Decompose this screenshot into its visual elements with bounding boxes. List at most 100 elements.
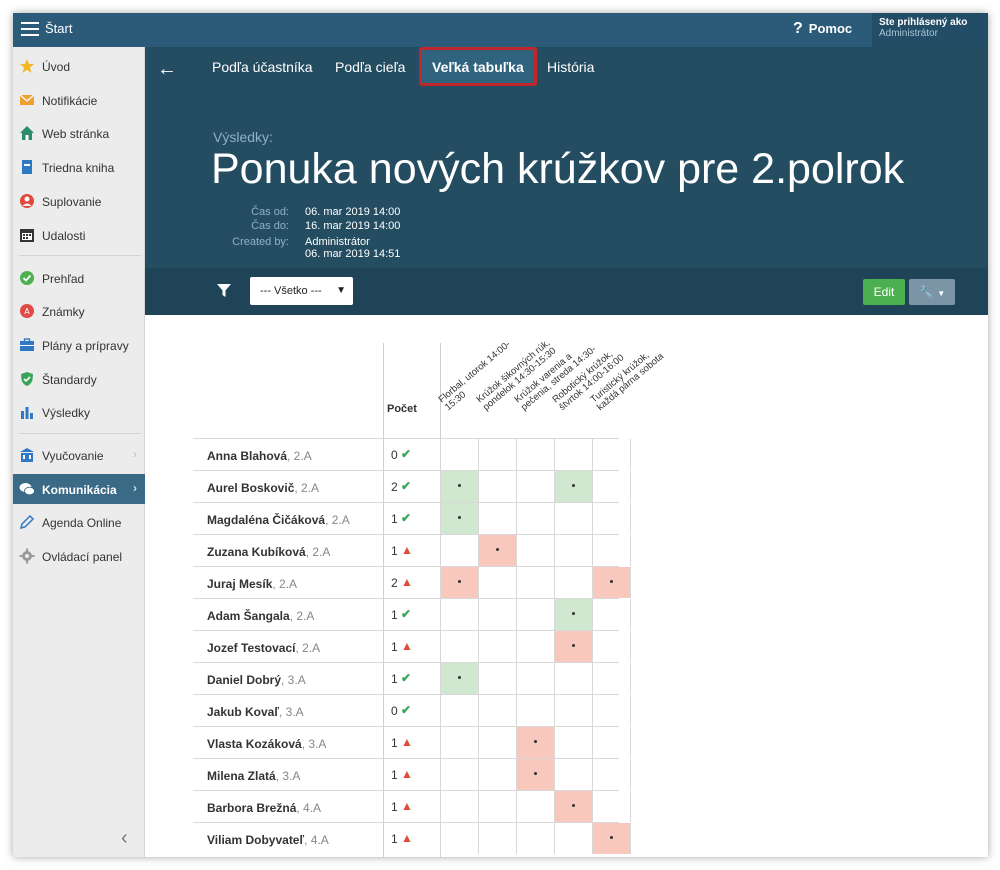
table-cell[interactable] <box>440 759 478 790</box>
table-cell[interactable] <box>516 631 554 662</box>
sidebar-item-web-stranka[interactable]: Web stránka <box>13 118 145 148</box>
participant-name[interactable]: Anna Blahová, 2.A <box>207 449 312 463</box>
table-cell[interactable] <box>516 535 554 566</box>
participant-name[interactable]: Viliam Dobyvateľ, 4.A <box>207 833 329 847</box>
tools-dropdown-button[interactable]: 🔧 ▼ <box>909 279 955 305</box>
participant-name[interactable]: Jakub Kovaľ, 3.A <box>207 705 304 719</box>
sidebar-item-uvod[interactable]: Úvod <box>13 51 145 81</box>
table-cell[interactable] <box>440 567 478 598</box>
sidebar-item-agenda-online[interactable]: Agenda Online <box>13 507 145 537</box>
participant-name[interactable]: Magdaléna Čičáková, 2.A <box>207 513 350 527</box>
table-cell[interactable] <box>516 503 554 534</box>
filter-select[interactable]: --- Všetko --- ▼ <box>250 277 353 305</box>
table-cell[interactable] <box>440 471 478 502</box>
app-title[interactable]: Štart <box>45 21 72 36</box>
sidebar-item-komunikacia[interactable]: Komunikácia › <box>13 474 145 504</box>
sidebar-item-standardy[interactable]: Štandardy <box>13 364 145 394</box>
table-cell[interactable] <box>478 599 516 630</box>
participant-name[interactable]: Jozef Testovací, 2.A <box>207 641 320 655</box>
sidebar-item-notifikacie[interactable]: Notifikácie <box>13 85 145 115</box>
table-cell[interactable] <box>440 631 478 662</box>
table-cell[interactable] <box>592 727 630 758</box>
sidebar-item-plany[interactable]: Plány a prípravy <box>13 330 145 360</box>
table-cell[interactable] <box>554 663 592 694</box>
sidebar-item-triedna-kniha[interactable]: Triedna kniha <box>13 152 145 182</box>
table-cell[interactable] <box>554 791 592 822</box>
sidebar-item-znamky[interactable]: A Známky <box>13 296 145 326</box>
hamburger-menu-icon[interactable] <box>21 22 39 36</box>
sidebar-item-vysledky[interactable]: Výsledky <box>13 397 145 427</box>
table-cell[interactable] <box>440 695 478 726</box>
table-cell[interactable] <box>554 567 592 598</box>
table-cell[interactable] <box>440 439 478 470</box>
help-link[interactable]: ? Pomoc <box>793 20 852 38</box>
participant-name[interactable]: Barbora Brežná, 4.A <box>207 801 321 815</box>
table-cell[interactable] <box>554 599 592 630</box>
table-cell[interactable] <box>554 695 592 726</box>
participant-name[interactable]: Daniel Dobrý, 3.A <box>207 673 306 687</box>
table-cell[interactable] <box>440 727 478 758</box>
table-cell[interactable] <box>478 471 516 502</box>
table-cell[interactable] <box>478 631 516 662</box>
table-cell[interactable] <box>516 823 554 854</box>
table-cell[interactable] <box>516 599 554 630</box>
table-cell[interactable] <box>592 599 630 630</box>
tab-podla-ciela[interactable]: Podľa cieľa <box>335 59 405 75</box>
table-cell[interactable] <box>554 759 592 790</box>
table-cell[interactable] <box>592 503 630 534</box>
table-cell[interactable] <box>478 695 516 726</box>
table-cell[interactable] <box>516 471 554 502</box>
table-cell[interactable] <box>478 727 516 758</box>
table-cell[interactable] <box>592 791 630 822</box>
table-cell[interactable] <box>440 663 478 694</box>
table-cell[interactable] <box>478 439 516 470</box>
table-cell[interactable] <box>440 503 478 534</box>
participant-name[interactable]: Adam Šangala, 2.A <box>207 609 314 623</box>
table-cell[interactable] <box>478 791 516 822</box>
table-cell[interactable] <box>478 567 516 598</box>
participant-name[interactable]: Aurel Boskovič, 2.A <box>207 481 319 495</box>
tab-podla-ucastnika[interactable]: Podľa účastníka <box>212 59 313 75</box>
table-cell[interactable] <box>592 823 630 854</box>
table-cell[interactable] <box>554 471 592 502</box>
table-cell[interactable] <box>592 471 630 502</box>
table-cell[interactable] <box>554 439 592 470</box>
tab-velka-tabulka[interactable]: Veľká tabuľka <box>432 59 524 75</box>
sidebar-item-udalosti[interactable]: Udalosti <box>13 220 145 250</box>
table-cell[interactable] <box>440 791 478 822</box>
table-cell[interactable] <box>592 663 630 694</box>
table-cell[interactable] <box>592 759 630 790</box>
table-cell[interactable] <box>440 599 478 630</box>
collapse-sidebar-icon[interactable]: ‹ <box>121 827 128 850</box>
table-cell[interactable] <box>516 791 554 822</box>
table-cell[interactable] <box>516 567 554 598</box>
table-cell[interactable] <box>554 631 592 662</box>
back-arrow-icon[interactable]: ← <box>157 58 177 81</box>
sidebar-item-prehlad[interactable]: Prehľad <box>13 263 145 293</box>
sidebar-item-suplovanie[interactable]: Suplovanie <box>13 186 145 216</box>
user-box[interactable]: Ste prihlásený ako Administrátor <box>872 13 988 47</box>
table-cell[interactable] <box>478 535 516 566</box>
table-cell[interactable] <box>554 535 592 566</box>
table-cell[interactable] <box>554 823 592 854</box>
table-cell[interactable] <box>516 695 554 726</box>
edit-button[interactable]: Edit <box>863 279 905 305</box>
table-cell[interactable] <box>440 535 478 566</box>
table-cell[interactable] <box>478 663 516 694</box>
table-cell[interactable] <box>592 631 630 662</box>
table-cell[interactable] <box>516 663 554 694</box>
table-cell[interactable] <box>592 439 630 470</box>
table-cell[interactable] <box>592 535 630 566</box>
table-cell[interactable] <box>592 695 630 726</box>
table-cell[interactable] <box>516 439 554 470</box>
sidebar-item-vyucovanie[interactable]: Vyučovanie › <box>13 440 145 470</box>
filter-icon[interactable] <box>217 284 231 298</box>
table-cell[interactable] <box>516 727 554 758</box>
table-cell[interactable] <box>478 759 516 790</box>
participant-name[interactable]: Zuzana Kubíková, 2.A <box>207 545 330 559</box>
tab-historia[interactable]: História <box>547 59 594 75</box>
table-cell[interactable] <box>554 727 592 758</box>
table-cell[interactable] <box>478 503 516 534</box>
table-cell[interactable] <box>592 567 630 598</box>
participant-name[interactable]: Juraj Mesík, 2.A <box>207 577 297 591</box>
